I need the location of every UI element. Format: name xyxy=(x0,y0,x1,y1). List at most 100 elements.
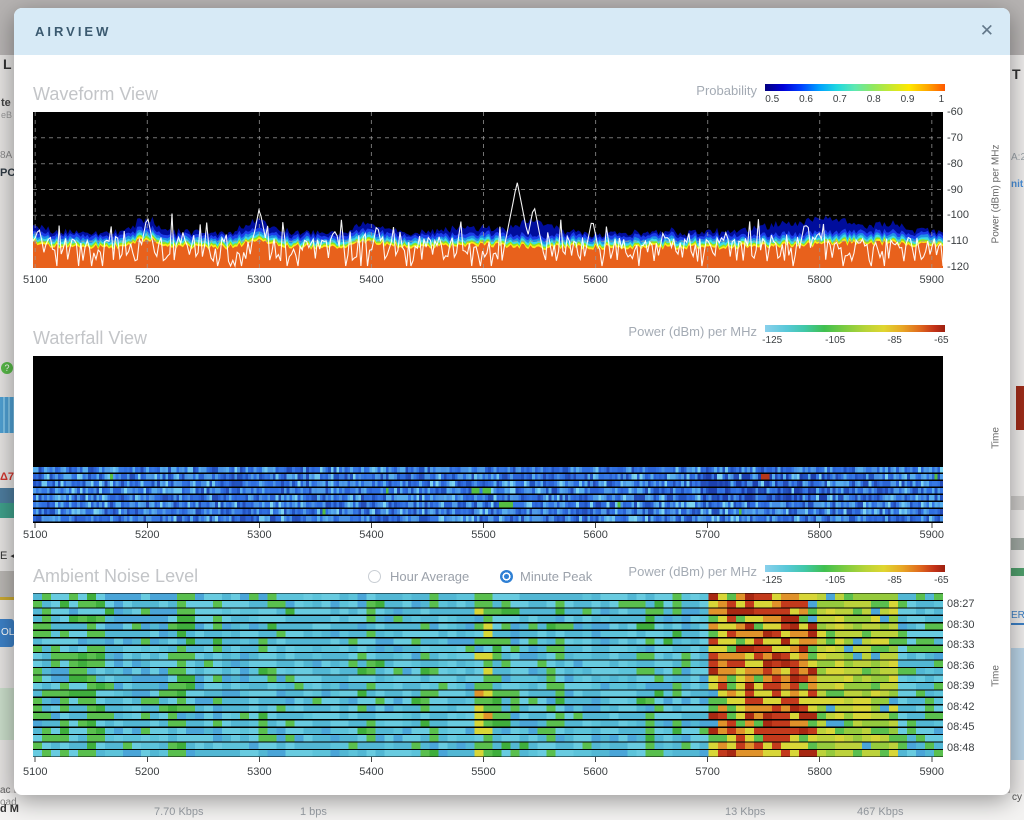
ambient-time-axis: 08:27 08:30 08:33 08:36 08:39 08:42 08:45 08:48 xyxy=(947,593,991,757)
y-tick-label: -110 xyxy=(947,235,969,248)
legend-tick-label: -105 xyxy=(825,335,846,346)
ambient-legend-label: Power (dBm) per MHz xyxy=(628,564,757,579)
x-tick-label: 5700 xyxy=(695,766,720,778)
x-tick-label: 5300 xyxy=(247,766,272,778)
bg-text-fragment: 8A xyxy=(0,150,13,161)
time-tick-label: 08:48 xyxy=(947,741,975,754)
bg-bar-fragment xyxy=(1016,386,1024,430)
probability-colorbar-ticks: 0.5 0.6 0.7 0.8 0.9 1 xyxy=(765,94,945,106)
bg-bar-fragment xyxy=(0,503,14,518)
power-colorbar xyxy=(765,325,945,332)
x-tick-label: 5100 xyxy=(22,766,48,778)
hour-average-label[interactable]: Hour Average xyxy=(390,569,469,584)
bg-bar-fragment xyxy=(0,397,14,433)
bg-bar-fragment xyxy=(0,688,14,740)
y-tick-label: -100 xyxy=(947,209,970,222)
bg-text-fragment: 1 bps xyxy=(300,806,327,818)
x-tick-label: 5500 xyxy=(471,274,496,286)
waveform-y-axis: -60 -70 -80 -90 -100 -110 -120 xyxy=(947,106,989,273)
x-tick-label: 5300 xyxy=(247,274,272,286)
x-tick-label: 5800 xyxy=(807,529,832,541)
minute-peak-label[interactable]: Minute Peak xyxy=(520,569,592,584)
bg-bar-fragment xyxy=(1011,496,1024,510)
waveform-x-axis: 5100 5200 5300 5400 5500 5600 5700 5800 5900 xyxy=(23,274,945,288)
power-colorbar-ticks: -125 -105 -85 -65 xyxy=(762,575,948,587)
legend-tick-label: -105 xyxy=(825,575,846,586)
bg-text-fragment: Δ7 xyxy=(0,471,15,483)
bg-text-fragment: 467 Kbps xyxy=(857,806,904,818)
time-tick-label: 08:27 xyxy=(947,598,975,610)
minute-peak-radio[interactable] xyxy=(500,570,513,583)
time-tick-label: 08:30 xyxy=(947,618,975,631)
x-tick-label: 5800 xyxy=(807,274,832,286)
bg-text-fragment: A:2 xyxy=(1011,152,1024,163)
waveform-section-title: Waveform View xyxy=(33,84,159,104)
waveform-chart[interactable] xyxy=(32,112,944,269)
bg-text-fragment: te xyxy=(1,97,11,109)
x-tick-label: 5700 xyxy=(695,274,720,286)
ambient-y-axis-label: Time xyxy=(990,665,1002,687)
bg-text-fragment: L xyxy=(3,56,12,72)
waterfall-x-axis: 5100 5200 5300 5400 5500 5600 5700 5800 5900 xyxy=(23,529,945,543)
waterfall-section-title: Waterfall View xyxy=(33,328,148,348)
bg-bar-fragment xyxy=(1011,648,1024,760)
x-tick-label: 5100 xyxy=(22,274,48,286)
close-icon[interactable]: ✕ xyxy=(980,21,994,41)
x-tick-label: 5900 xyxy=(919,274,945,286)
x-tick-label: 5200 xyxy=(135,766,160,778)
waveform-y-axis-label: Power (dBm) per MHz xyxy=(990,144,1002,244)
time-tick-label: 08:33 xyxy=(947,639,975,651)
hour-average-radio[interactable] xyxy=(368,570,381,583)
page-background: L te eB 8A PC ? Δ7 E ◂ OL ac d M T A:2 n… xyxy=(0,0,1024,820)
power-colorbar xyxy=(765,565,945,572)
power-colorbar-ticks: -125 -105 -85 -65 xyxy=(762,335,949,347)
legend-tick-label: 0.6 xyxy=(799,94,813,105)
waterfall-legend-label: Power (dBm) per MHz xyxy=(628,324,757,339)
x-tick-label: 5200 xyxy=(135,274,160,286)
bg-link-fragment: nit xyxy=(1011,179,1024,190)
y-tick-label: -90 xyxy=(947,183,963,196)
bg-text-fragment: T xyxy=(1012,66,1021,82)
x-tick-label: 5300 xyxy=(247,529,272,541)
x-tick-label: 5900 xyxy=(919,766,945,778)
bg-text-fragment: 13 Kbps xyxy=(725,806,766,818)
bg-text-fragment: eB xyxy=(1,110,13,120)
y-tick-label: -120 xyxy=(947,261,970,273)
x-tick-label: 5400 xyxy=(359,274,384,286)
bg-button-fragment: OL xyxy=(0,619,14,647)
ambient-x-axis: 5100 5200 5300 5400 5500 5600 5700 5800 5900 xyxy=(23,766,945,780)
probability-legend-label: Probability xyxy=(696,83,757,98)
ambient-section-title: Ambient Noise Level xyxy=(33,566,199,586)
bg-bar-fragment xyxy=(1011,538,1024,550)
x-tick-label: 5400 xyxy=(359,529,384,541)
legend-tick-label: -85 xyxy=(887,575,902,586)
time-tick-label: 08:39 xyxy=(947,680,975,692)
x-tick-label: 5400 xyxy=(359,766,384,778)
x-tick-label: 5700 xyxy=(695,529,720,541)
x-tick-label: 5900 xyxy=(919,529,945,541)
x-tick-label: 5100 xyxy=(22,529,48,541)
bg-bar-fragment xyxy=(0,488,14,503)
x-tick-label: 5500 xyxy=(471,766,496,778)
bg-text-fragment: 7.70 Kbps xyxy=(154,806,204,818)
x-tick-label: 5600 xyxy=(583,274,608,286)
time-tick-label: 08:42 xyxy=(947,700,975,713)
modal-title: AIRVIEW xyxy=(35,24,112,39)
legend-tick-label: -125 xyxy=(762,335,783,346)
bg-text-fragment: cy xyxy=(1012,792,1022,803)
bg-bar-fragment xyxy=(1011,568,1024,576)
x-tick-label: 5600 xyxy=(583,529,608,541)
waterfall-chart[interactable] xyxy=(33,356,944,529)
bg-text-fragment: oad xyxy=(0,797,17,808)
legend-tick-label: 0.9 xyxy=(900,94,915,105)
legend-tick-label: -65 xyxy=(934,335,949,346)
x-tick-label: 5200 xyxy=(135,529,160,541)
bg-text-fragment: PC xyxy=(0,167,16,179)
bg-tab-fragment: ERI xyxy=(1011,610,1024,625)
ambient-noise-chart[interactable] xyxy=(33,593,944,762)
y-tick-label: -80 xyxy=(947,157,963,170)
legend-tick-label: 1 xyxy=(938,94,945,105)
time-tick-label: 08:36 xyxy=(947,659,975,672)
x-tick-label: 5800 xyxy=(807,766,832,778)
legend-tick-label: 0.8 xyxy=(866,94,881,105)
